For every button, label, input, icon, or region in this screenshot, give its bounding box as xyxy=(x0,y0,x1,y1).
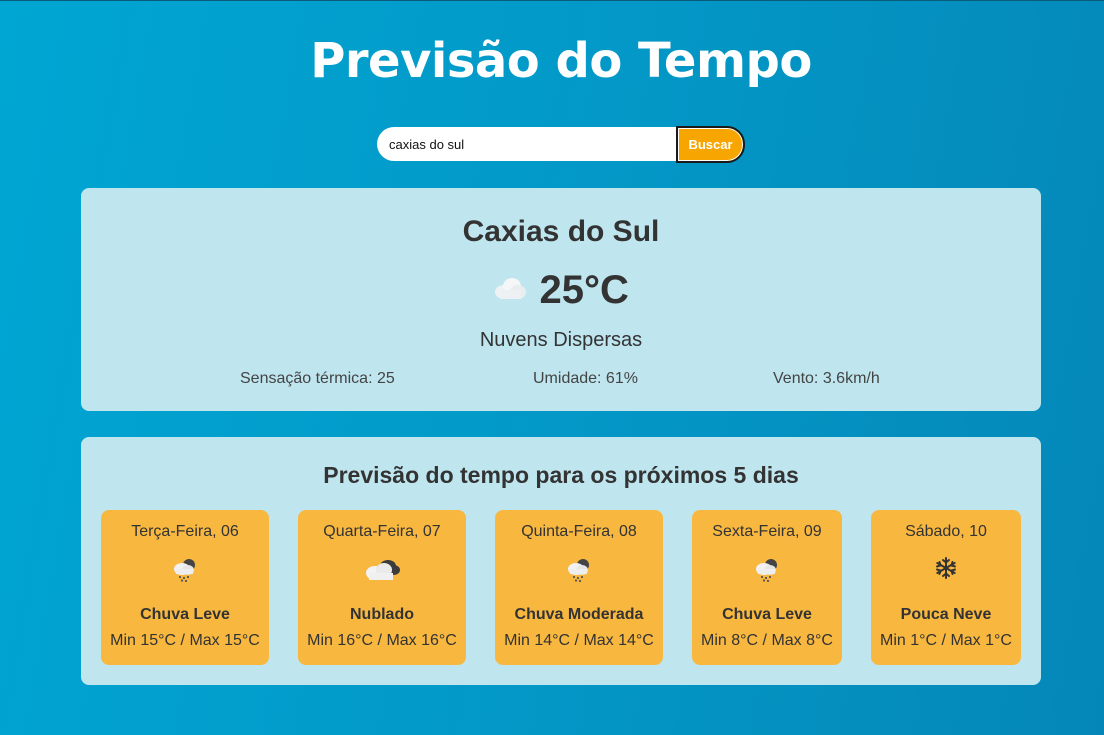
forecast-day-name: Terça-Feira, 06 xyxy=(131,523,239,540)
rain-cloud-icon xyxy=(101,556,269,584)
forecast-day-name: Quinta-Feira, 08 xyxy=(521,523,637,540)
forecast-day: Sábado, 10 Pouca Neve Min 1°C / Max 1°C xyxy=(871,510,1021,665)
search-button[interactable]: Buscar xyxy=(676,126,745,163)
wind-speed: Vento: 3.6km/h xyxy=(773,370,880,387)
forecast-condition: Chuva Moderada xyxy=(514,606,644,623)
forecast-title: Previsão do tempo para os próximos 5 dia… xyxy=(323,462,799,488)
temperature-row: 25°C xyxy=(81,268,1041,313)
forecast-day-name: Quarta-Feira, 07 xyxy=(323,523,441,540)
top-border xyxy=(0,0,1104,1)
humidity: Umidade: 61% xyxy=(533,370,638,387)
current-weather-card: Caxias do Sul 25°C Nuvens Dispersas Sens… xyxy=(81,188,1041,411)
clouds-icon xyxy=(298,556,466,584)
snowflake-icon xyxy=(871,556,1021,584)
forecast-condition: Pouca Neve xyxy=(900,606,992,623)
forecast-range: Min 15°C / Max 15°C xyxy=(110,632,260,649)
forecast-range: Min 14°C / Max 14°C xyxy=(504,632,654,649)
forecast-day-name: Sábado, 10 xyxy=(905,523,987,540)
rain-cloud-icon xyxy=(495,556,663,584)
page-title: Previsão do Tempo xyxy=(310,33,812,89)
forecast-card: Previsão do tempo para os próximos 5 dia… xyxy=(81,437,1041,685)
forecast-range: Min 16°C / Max 16°C xyxy=(307,632,457,649)
forecast-day: Terça-Feira, 06 Chuva Leve Min 15°C / Ma… xyxy=(101,510,269,665)
rain-cloud-icon xyxy=(692,556,842,584)
forecast-range: Min 1°C / Max 1°C xyxy=(880,632,1012,649)
forecast-day: Sexta-Feira, 09 Chuva Leve Min 8°C / Max… xyxy=(692,510,842,665)
weather-description: Nuvens Dispersas xyxy=(479,329,643,351)
search-bar: Buscar xyxy=(377,126,745,163)
feels-like: Sensação térmica: 25 xyxy=(240,370,395,387)
city-search-input[interactable] xyxy=(377,127,687,161)
forecast-range: Min 8°C / Max 8°C xyxy=(701,632,833,649)
forecast-condition: Nublado xyxy=(350,606,414,623)
city-name: Caxias do Sul xyxy=(462,215,660,248)
forecast-condition: Chuva Leve xyxy=(722,606,812,623)
forecast-day-name: Sexta-Feira, 09 xyxy=(712,523,822,540)
current-temperature: 25°C xyxy=(539,268,629,312)
forecast-condition: Chuva Leve xyxy=(140,606,230,623)
forecast-day: Quinta-Feira, 08 Chuva Moderada Min 14°C… xyxy=(495,510,663,665)
cloud-icon xyxy=(493,275,527,306)
forecast-day: Quarta-Feira, 07 Nublado Min 16°C / Max … xyxy=(298,510,466,665)
